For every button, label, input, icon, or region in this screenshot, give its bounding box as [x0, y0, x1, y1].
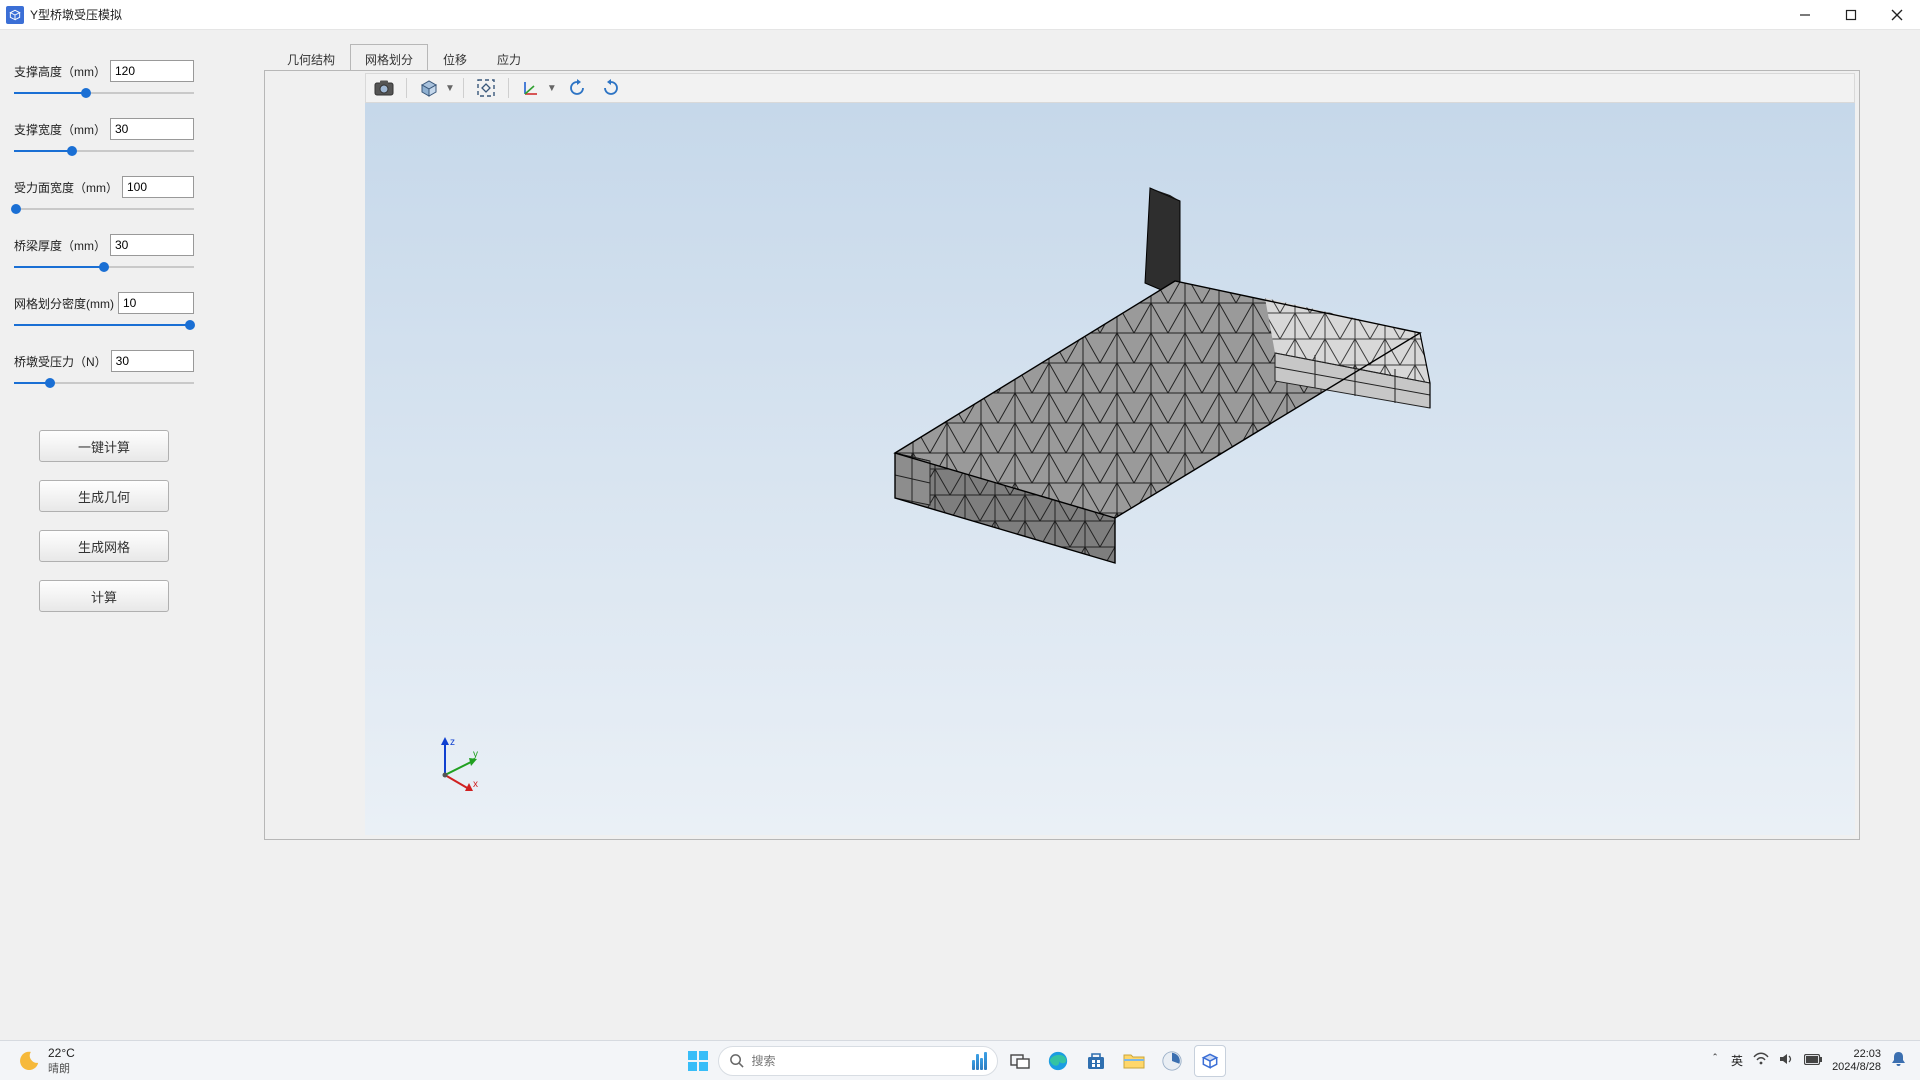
axis-z-label: z [450, 737, 455, 748]
app-body: 支撑高度（mm） 支撑宽度（mm） 受力面宽度（mm） 桥梁厚度（mm） 网格划分密度(… [0, 30, 1920, 1040]
param-slider[interactable] [14, 318, 194, 332]
generate-mesh-button[interactable]: 生成网格 [39, 530, 169, 562]
3d-viewport[interactable]: z y x [365, 103, 1855, 835]
param-input[interactable] [110, 234, 194, 256]
param-label: 支撑宽度（mm） [14, 121, 106, 138]
ime-indicator[interactable]: 英 [1731, 1052, 1743, 1069]
rotate-cw-icon[interactable] [597, 75, 625, 101]
taskbar-weather[interactable]: 22°C 晴朗 [0, 1046, 200, 1076]
param-1: 支撑宽度（mm） [14, 118, 194, 158]
toolbar-separator [508, 78, 509, 98]
param-input[interactable] [110, 118, 194, 140]
param-label: 桥墩受压力（N） [14, 353, 107, 370]
app-icon-1[interactable] [1156, 1045, 1188, 1077]
axis-x-label: x [473, 779, 478, 790]
param-label: 受力面宽度（mm） [14, 179, 118, 196]
param-input[interactable] [110, 60, 194, 82]
param-3: 桥梁厚度（mm） [14, 234, 194, 274]
toolbar-separator [406, 78, 407, 98]
fit-view-icon[interactable] [472, 75, 500, 101]
param-slider[interactable] [14, 144, 194, 158]
param-label: 桥梁厚度（mm） [14, 237, 106, 254]
param-label: 网格划分密度(mm) [14, 295, 114, 312]
param-4: 网格划分密度(mm) [14, 292, 194, 332]
titlebar: Y型桥墩受压模拟 [0, 0, 1920, 30]
notifications-icon[interactable] [1891, 1051, 1906, 1070]
view-cube-icon[interactable] [415, 75, 443, 101]
generate-geometry-button[interactable]: 生成几何 [39, 480, 169, 512]
weather-condition: 晴朗 [48, 1060, 75, 1076]
param-2: 受力面宽度（mm） [14, 176, 194, 216]
viewer-toolbar: ▼ ▼ [365, 73, 1855, 103]
app-icon [6, 6, 24, 24]
param-list: 支撑高度（mm） 支撑宽度（mm） 受力面宽度（mm） 桥梁厚度（mm） 网格划分密度(… [14, 60, 194, 390]
explorer-icon[interactable] [1118, 1045, 1150, 1077]
param-slider[interactable] [14, 86, 194, 100]
axis-y-label: y [473, 749, 478, 760]
param-input[interactable] [118, 292, 194, 314]
action-buttons: 一键计算 生成几何 生成网格 计算 [14, 430, 194, 612]
task-view-icon[interactable] [1004, 1045, 1036, 1077]
mesh-model [365, 103, 1855, 835]
param-slider[interactable] [14, 260, 194, 274]
clock-time: 22:03 [1832, 1048, 1881, 1061]
compute-button[interactable]: 计算 [39, 580, 169, 612]
clock-date: 2024/8/28 [1832, 1061, 1881, 1074]
axis-triad: z y x [425, 735, 485, 795]
store-icon[interactable] [1080, 1045, 1112, 1077]
weather-temp: 22°C [48, 1046, 75, 1060]
window-title: Y型桥墩受压模拟 [30, 6, 122, 23]
param-input[interactable] [111, 350, 194, 372]
battery-icon[interactable] [1804, 1054, 1822, 1068]
chevron-down-icon[interactable]: ▼ [445, 83, 455, 94]
param-slider[interactable] [14, 376, 194, 390]
app-icon-active[interactable] [1194, 1045, 1226, 1077]
axis-toggle-icon[interactable] [517, 75, 545, 101]
edge-icon[interactable] [1042, 1045, 1074, 1077]
bing-icon [972, 1052, 987, 1070]
toolbar-separator [463, 78, 464, 98]
start-button[interactable] [684, 1047, 712, 1075]
rotate-ccw-icon[interactable] [563, 75, 591, 101]
search-icon [729, 1053, 744, 1068]
moon-icon [18, 1050, 40, 1072]
param-0: 支撑高度（mm） [14, 60, 194, 100]
taskbar-clock[interactable]: 22:03 2024/8/28 [1832, 1048, 1881, 1073]
param-input[interactable] [122, 176, 194, 198]
param-label: 支撑高度（mm） [14, 63, 106, 80]
volume-icon[interactable] [1779, 1052, 1794, 1069]
parameter-panel: 支撑高度（mm） 支撑宽度（mm） 受力面宽度（mm） 桥梁厚度（mm） 网格划分密度(… [14, 60, 194, 612]
viewer-frame: ▼ ▼ [264, 70, 1860, 840]
wifi-icon[interactable] [1753, 1052, 1769, 1069]
search-placeholder: 搜索 [752, 1052, 776, 1069]
window-close-button[interactable] [1874, 0, 1920, 30]
tray-chevron-icon[interactable]: ＾ [1709, 1052, 1721, 1069]
window-minimize-button[interactable] [1782, 0, 1828, 30]
chevron-down-icon[interactable]: ▼ [547, 83, 557, 94]
taskbar-tray: ＾ 英 22:03 2024/8/28 [1709, 1048, 1920, 1073]
taskbar-search[interactable]: 搜索 [718, 1046, 998, 1076]
window-maximize-button[interactable] [1828, 0, 1874, 30]
param-slider[interactable] [14, 202, 194, 216]
screenshot-icon[interactable] [370, 75, 398, 101]
compute-all-button[interactable]: 一键计算 [39, 430, 169, 462]
taskbar-center: 搜索 [200, 1045, 1709, 1077]
taskbar: 22°C 晴朗 搜索 ＾ 英 22:03 2024/8/28 [0, 1040, 1920, 1080]
param-5: 桥墩受压力（N） [14, 350, 194, 390]
